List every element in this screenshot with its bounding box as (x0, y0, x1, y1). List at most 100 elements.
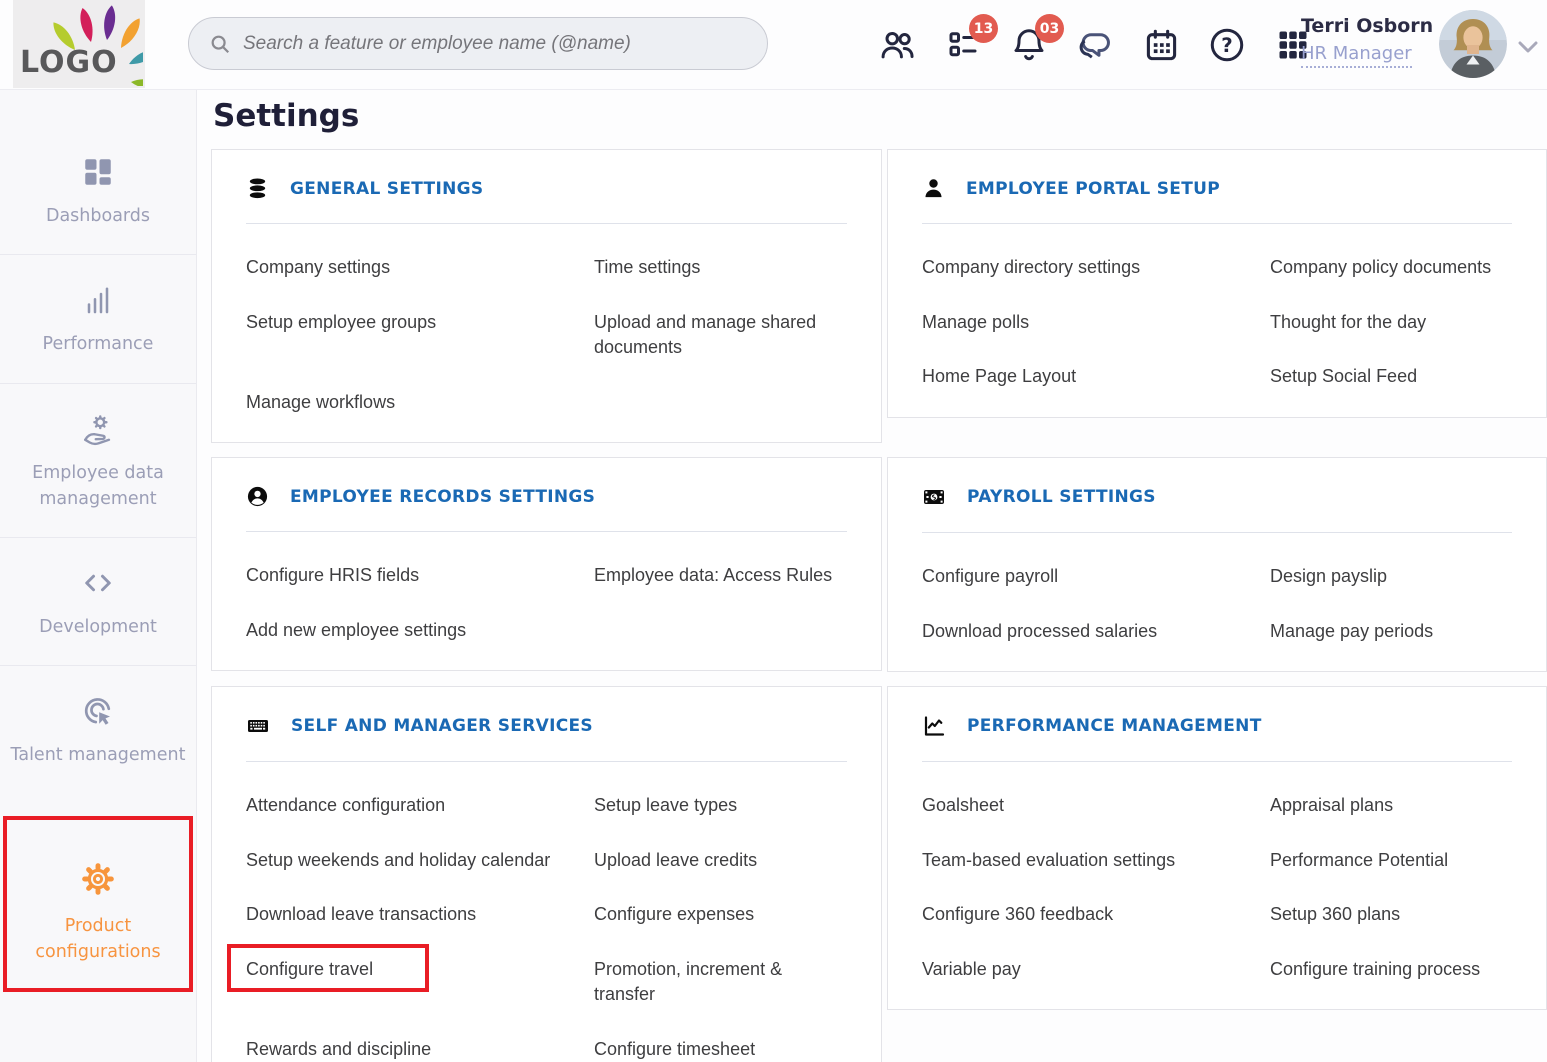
search-input[interactable] (241, 32, 747, 56)
settings-link[interactable]: Configure expenses (594, 902, 847, 928)
sidebar: Dashboards Performance Employee data man… (0, 90, 197, 1062)
settings-link[interactable]: Configure payroll (922, 564, 1270, 590)
settings-link[interactable]: Team-based evaluation settings (922, 848, 1270, 874)
settings-cards-grid: GENERAL SETTINGS Company settings Time s… (211, 149, 1547, 1062)
app-window: LOGO 13 (0, 0, 1547, 1062)
divider (922, 761, 1512, 762)
settings-link[interactable]: Manage workflows (246, 390, 594, 416)
settings-link[interactable]: Configure HRIS fields (246, 563, 594, 589)
keyboard-icon (246, 714, 270, 738)
global-search[interactable] (188, 17, 768, 70)
sidebar-item-product-configurations[interactable]: Product configurations (0, 826, 196, 991)
settings-link[interactable]: Promotion, increment & transfer (594, 957, 847, 1008)
sidebar-item-performance[interactable]: Performance (0, 255, 196, 383)
code-icon (80, 565, 116, 601)
settings-link[interactable]: Design payslip (1270, 564, 1512, 590)
settings-link[interactable]: Time settings (594, 255, 847, 281)
card-title: PERFORMANCE MANAGEMENT (967, 716, 1262, 736)
card-employee-records-settings: EMPLOYEE RECORDS SETTINGS Configure HRIS… (211, 457, 882, 671)
settings-link[interactable]: Thought for the day (1270, 310, 1512, 336)
card-title: EMPLOYEE RECORDS SETTINGS (290, 487, 595, 507)
tasks-badge: 13 (969, 14, 998, 43)
page-title: Settings (213, 98, 1547, 134)
settings-link[interactable]: Setup leave types (594, 793, 847, 819)
sidebar-item-talent-management[interactable]: Talent management (0, 666, 196, 793)
card-title: GENERAL SETTINGS (290, 179, 483, 199)
top-icon-row: 13 03 (878, 0, 1312, 90)
settings-link[interactable]: Download processed salaries (922, 619, 1270, 645)
settings-link[interactable]: Home Page Layout (922, 364, 1270, 390)
bell-icon[interactable]: 03 (1010, 26, 1048, 64)
settings-link[interactable]: Configure training process (1270, 957, 1512, 983)
settings-link[interactable]: Setup weekends and holiday calendar (246, 848, 594, 874)
main-content: Settings GENERAL SETTINGS Company settin… (198, 90, 1547, 1062)
company-logo[interactable]: LOGO (13, 0, 145, 88)
settings-link[interactable]: Company settings (246, 255, 594, 281)
help-icon[interactable]: ? (1208, 26, 1246, 64)
org-tasks-icon[interactable]: 13 (944, 26, 982, 64)
settings-link[interactable]: Add new employee settings (246, 618, 594, 644)
divider (922, 223, 1512, 224)
settings-link[interactable]: Employee data: Access Rules (594, 563, 847, 589)
notifications-badge: 03 (1035, 14, 1064, 43)
annotation-highlight-box (3, 816, 193, 993)
divider (246, 531, 847, 532)
settings-link[interactable]: Variable pay (922, 957, 1270, 983)
settings-link[interactable]: Setup employee groups (246, 310, 594, 361)
settings-link[interactable]: Download leave transactions (246, 902, 594, 928)
divider (246, 223, 847, 224)
sidebar-item-label: Performance (43, 331, 154, 357)
hand-gear-icon (80, 411, 116, 447)
card-title: EMPLOYEE PORTAL SETUP (966, 179, 1220, 199)
settings-link[interactable]: Manage pay periods (1270, 619, 1512, 645)
sidebar-item-label: Talent management (11, 742, 186, 768)
sidebar-item-label: Dashboards (46, 203, 150, 229)
sidebar-item-label: Employee data management (8, 460, 188, 513)
user-name: Terri Osborn (1301, 15, 1431, 37)
person-icon (922, 177, 945, 200)
settings-link[interactable]: Performance Potential (1270, 848, 1512, 874)
bar-chart-icon (80, 282, 116, 318)
card-title: PAYROLL SETTINGS (967, 487, 1156, 507)
person-circle-icon (246, 485, 269, 508)
calendar-icon[interactable] (1142, 26, 1180, 64)
sidebar-item-dashboards[interactable]: Dashboards (0, 90, 196, 255)
sidebar-item-label: Product configurations (8, 913, 188, 966)
settings-link[interactable]: Attendance configuration (246, 793, 594, 819)
svg-text:?: ? (1221, 34, 1232, 57)
sidebar-item-development[interactable]: Development (0, 538, 196, 666)
settings-link[interactable]: Setup Social Feed (1270, 364, 1512, 390)
settings-link[interactable]: Upload leave credits (594, 848, 847, 874)
banknote-icon (922, 485, 946, 509)
settings-link[interactable]: Configure 360 feedback (922, 902, 1270, 928)
settings-link[interactable]: Configure timesheet (594, 1037, 847, 1062)
database-icon (246, 177, 269, 200)
card-self-and-manager-services: SELF AND MANAGER SERVICES Attendance con… (211, 686, 882, 1062)
chat-icon[interactable] (1076, 26, 1114, 64)
people-icon[interactable] (878, 26, 916, 64)
gear-icon (77, 858, 119, 900)
settings-link[interactable]: Appraisal plans (1270, 793, 1512, 819)
avatar[interactable] (1439, 10, 1507, 78)
line-chart-icon (922, 714, 946, 738)
card-general-settings: GENERAL SETTINGS Company settings Time s… (211, 149, 882, 443)
click-target-icon (80, 693, 116, 729)
settings-link[interactable]: Manage polls (922, 310, 1270, 336)
settings-link[interactable]: Company policy documents (1270, 255, 1512, 281)
settings-link[interactable]: Goalsheet (922, 793, 1270, 819)
user-role-link[interactable]: HR Manager (1301, 43, 1412, 68)
search-icon (209, 33, 231, 55)
divider (922, 532, 1512, 533)
dashboard-icon (80, 154, 116, 190)
card-employee-portal-setup: EMPLOYEE PORTAL SETUP Company directory … (887, 149, 1547, 418)
settings-link[interactable]: Setup 360 plans (1270, 902, 1512, 928)
sidebar-item-employee-data-management[interactable]: Employee data management (0, 384, 196, 539)
logo-text: LOGO (20, 45, 118, 80)
top-bar: LOGO 13 (0, 0, 1547, 90)
settings-link-configure-travel[interactable]: Configure travel (246, 957, 594, 1008)
chevron-down-icon[interactable] (1517, 40, 1539, 54)
settings-link[interactable]: Company directory settings (922, 255, 1270, 281)
settings-link[interactable]: Upload and manage shared documents (594, 310, 847, 361)
divider (246, 761, 847, 762)
settings-link[interactable]: Rewards and discipline (246, 1037, 594, 1062)
